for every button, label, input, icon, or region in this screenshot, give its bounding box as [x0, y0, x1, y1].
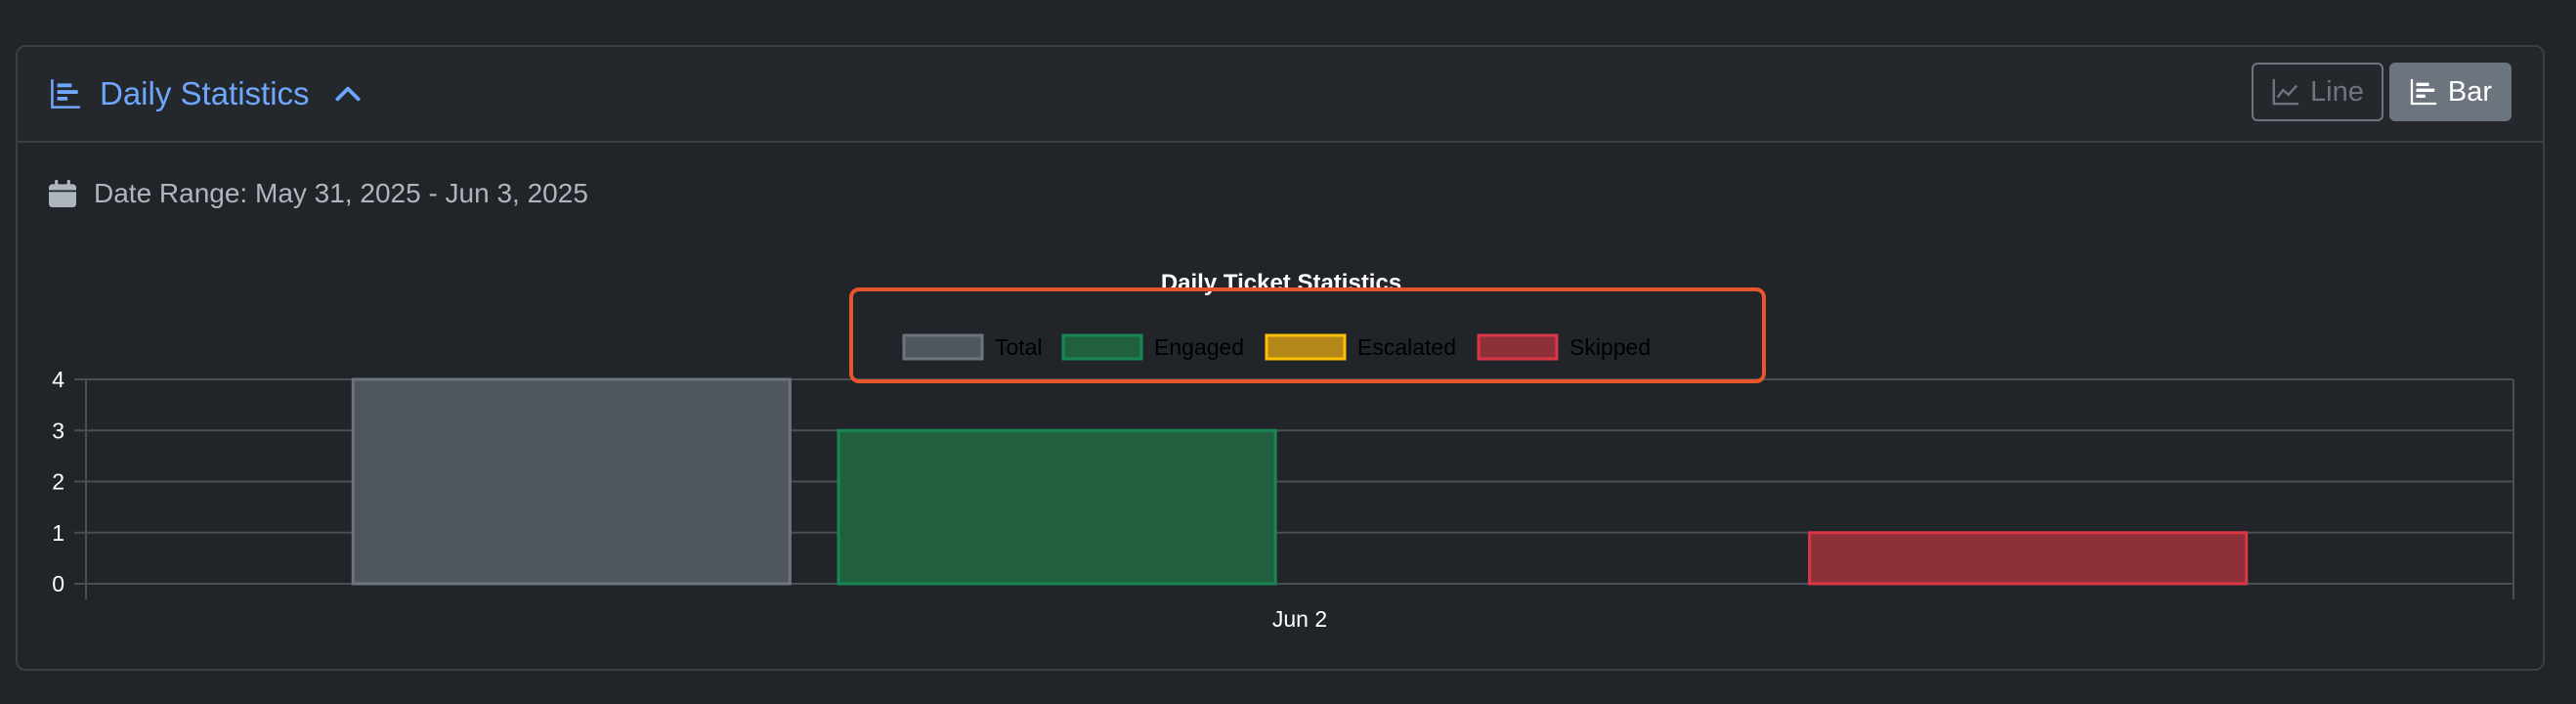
legend-swatch-total[interactable] — [902, 333, 984, 361]
y-tick-label: 1 — [52, 520, 64, 546]
legend-label-engaged[interactable]: Engaged — [1154, 334, 1244, 360]
daily-ticket-chart: Daily Ticket Statistics 0 1 2 3 4 Jun 2 Total En… — [52, 270, 2514, 632]
y-tick-label: 2 — [52, 469, 64, 495]
y-tick-label: 4 — [52, 367, 64, 392]
legend-swatch-escalated[interactable] — [1265, 333, 1347, 361]
y-tick-label: 0 — [52, 571, 64, 596]
legend-label-total[interactable]: Total — [995, 334, 1043, 360]
legend-swatch-engaged[interactable] — [1061, 333, 1143, 361]
x-tick-label: Jun 2 — [1272, 606, 1327, 632]
legend-label-skipped[interactable]: Skipped — [1569, 334, 1651, 360]
legend-swatch-skipped[interactable] — [1477, 333, 1559, 361]
y-tick-label: 3 — [52, 418, 64, 443]
bar-engaged[interactable] — [837, 428, 1277, 586]
bar-skipped[interactable] — [1808, 531, 2249, 586]
bar-total[interactable] — [351, 377, 792, 586]
chart-title: Daily Ticket Statistics — [1161, 270, 1401, 296]
legend-label-escalated[interactable]: Escalated — [1357, 334, 1456, 360]
